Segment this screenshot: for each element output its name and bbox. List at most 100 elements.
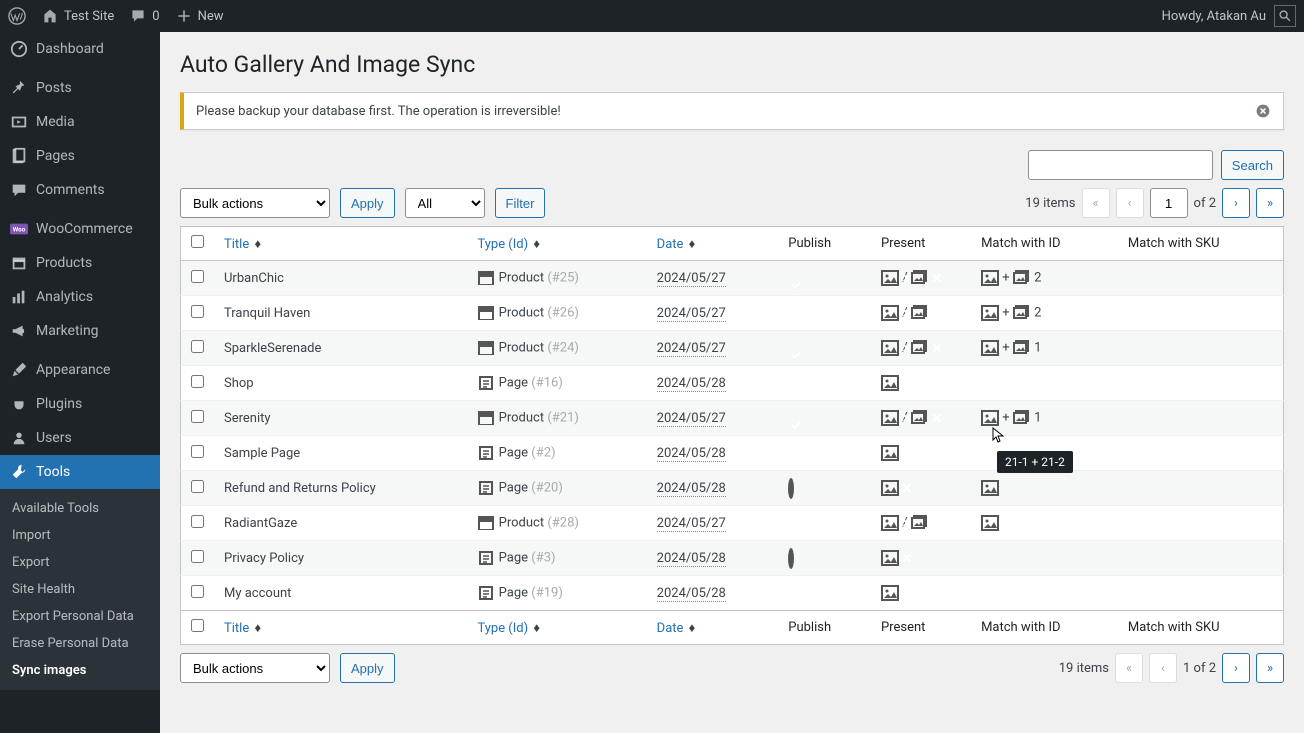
first-page-button: «	[1115, 653, 1143, 683]
submenu-site-health[interactable]: Site Health	[0, 576, 160, 603]
row-present	[871, 576, 971, 611]
type-icon	[477, 339, 495, 357]
image-icon	[981, 409, 999, 427]
row-checkbox[interactable]	[191, 515, 204, 528]
items-table: Title ♦ Type (Id) ♦ Date ♦ Publish Prese…	[180, 226, 1284, 645]
apply-button-bottom[interactable]: Apply	[340, 653, 395, 683]
gallery-icon	[1013, 409, 1031, 427]
sidebar-item-tools[interactable]: Tools	[0, 455, 160, 489]
sidebar-item-products[interactable]: Products	[0, 246, 160, 280]
submenu-export-personal-data[interactable]: Export Personal Data	[0, 603, 160, 630]
howdy-link[interactable]: Howdy, Atakan Au	[1162, 9, 1266, 24]
row-date: 2024/05/27	[647, 261, 779, 296]
match-count: 2	[1034, 270, 1041, 285]
sidebar-item-users[interactable]: Users	[0, 421, 160, 455]
items-count: 19 items	[1025, 196, 1075, 211]
search-button[interactable]: Search	[1221, 150, 1284, 180]
megaphone-icon	[10, 322, 28, 340]
col-title[interactable]: Title	[224, 237, 249, 252]
submenu-import[interactable]: Import	[0, 522, 160, 549]
row-date: 2024/05/27	[647, 506, 779, 541]
sidebar-item-media[interactable]: Media	[0, 105, 160, 139]
admin-toolbar: Test Site 0 New Howdy, Atakan Au	[0, 0, 1304, 32]
row-checkbox[interactable]	[191, 410, 204, 423]
row-title[interactable]: Serenity	[214, 401, 467, 436]
col-match-id: Match with ID	[971, 227, 1118, 261]
next-page-button[interactable]: ›	[1222, 653, 1250, 683]
col-match-id: Match with ID	[971, 611, 1118, 645]
prev-page-button: ‹	[1116, 188, 1144, 218]
col-date[interactable]: Date	[657, 621, 684, 636]
type-icon	[477, 584, 495, 602]
row-checkbox[interactable]	[191, 375, 204, 388]
sort-icon: ♦	[254, 621, 261, 636]
sidebar-item-analytics[interactable]: Analytics	[0, 280, 160, 314]
submenu-available-tools[interactable]: Available Tools	[0, 495, 160, 522]
page-input[interactable]	[1150, 188, 1188, 218]
sidebar-item-plugins[interactable]: Plugins	[0, 387, 160, 421]
row-title[interactable]: Tranquil Haven	[214, 296, 467, 331]
brush-icon	[10, 361, 28, 379]
woo-icon: Woo	[10, 220, 28, 238]
first-page-button: «	[1082, 188, 1110, 218]
row-publish	[778, 506, 871, 541]
row-match-sku	[1118, 331, 1284, 366]
row-title[interactable]: RadiantGaze	[214, 506, 467, 541]
row-checkbox[interactable]	[191, 550, 204, 563]
row-title[interactable]: Privacy Policy	[214, 541, 467, 576]
submenu-erase-personal-data[interactable]: Erase Personal Data	[0, 630, 160, 657]
apply-button[interactable]: Apply	[340, 188, 395, 218]
sidebar-item-pages[interactable]: Pages	[0, 139, 160, 173]
sidebar-item-dashboard[interactable]: Dashboard	[0, 32, 160, 66]
row-checkbox[interactable]	[191, 305, 204, 318]
row-present: /	[871, 401, 971, 436]
comment-icon	[10, 181, 28, 199]
search-icon[interactable]	[1274, 5, 1296, 27]
filter-select[interactable]: All	[405, 188, 485, 218]
row-checkbox[interactable]	[191, 340, 204, 353]
row-title[interactable]: My account	[214, 576, 467, 611]
sidebar-item-appearance[interactable]: Appearance	[0, 353, 160, 387]
col-date[interactable]: Date	[657, 237, 684, 252]
submenu-sync-images[interactable]: Sync images	[0, 657, 160, 684]
comments-link[interactable]: 0	[130, 8, 159, 24]
select-all-checkbox[interactable]	[191, 235, 204, 248]
sidebar-item-woocommerce[interactable]: WooWooCommerce	[0, 212, 160, 246]
bar-icon	[10, 288, 28, 306]
sidebar-item-marketing[interactable]: Marketing	[0, 314, 160, 348]
site-link[interactable]: Test Site	[42, 8, 114, 24]
filter-button[interactable]: Filter	[495, 188, 546, 218]
bulk-actions-select[interactable]: Bulk actions	[180, 188, 330, 218]
table-row: SparkleSerenade Product (#24) 2024/05/27…	[181, 331, 1284, 366]
type-icon	[477, 514, 495, 532]
row-title[interactable]: Sample Page	[214, 436, 467, 471]
last-page-button[interactable]: »	[1256, 653, 1284, 683]
row-checkbox[interactable]	[191, 585, 204, 598]
col-type[interactable]: Type (Id)	[477, 621, 528, 636]
dismiss-notice-icon[interactable]	[1255, 103, 1271, 119]
media-icon	[10, 113, 28, 131]
row-title[interactable]: SparkleSerenade	[214, 331, 467, 366]
row-title[interactable]: Refund and Returns Policy	[214, 471, 467, 506]
row-type: Product (#28)	[467, 506, 646, 541]
sidebar-item-posts[interactable]: Posts	[0, 71, 160, 105]
submenu-export[interactable]: Export	[0, 549, 160, 576]
new-link[interactable]: New	[176, 8, 224, 24]
col-type[interactable]: Type (Id)	[477, 237, 528, 252]
row-checkbox[interactable]	[191, 270, 204, 283]
row-title[interactable]: UrbanChic	[214, 261, 467, 296]
row-present	[871, 366, 971, 401]
last-page-button[interactable]: »	[1256, 188, 1284, 218]
search-input[interactable]	[1028, 150, 1213, 180]
row-title[interactable]: Shop	[214, 366, 467, 401]
row-match-id	[971, 576, 1118, 611]
next-page-button[interactable]: ›	[1222, 188, 1250, 218]
notice-text: Please backup your database first. The o…	[196, 104, 561, 119]
row-checkbox[interactable]	[191, 480, 204, 493]
bulk-actions-select-bottom[interactable]: Bulk actions	[180, 653, 330, 683]
select-all-checkbox[interactable]	[191, 619, 204, 632]
row-checkbox[interactable]	[191, 445, 204, 458]
col-title[interactable]: Title	[224, 621, 249, 636]
sidebar-item-comments[interactable]: Comments	[0, 173, 160, 207]
wp-logo[interactable]	[8, 7, 26, 25]
